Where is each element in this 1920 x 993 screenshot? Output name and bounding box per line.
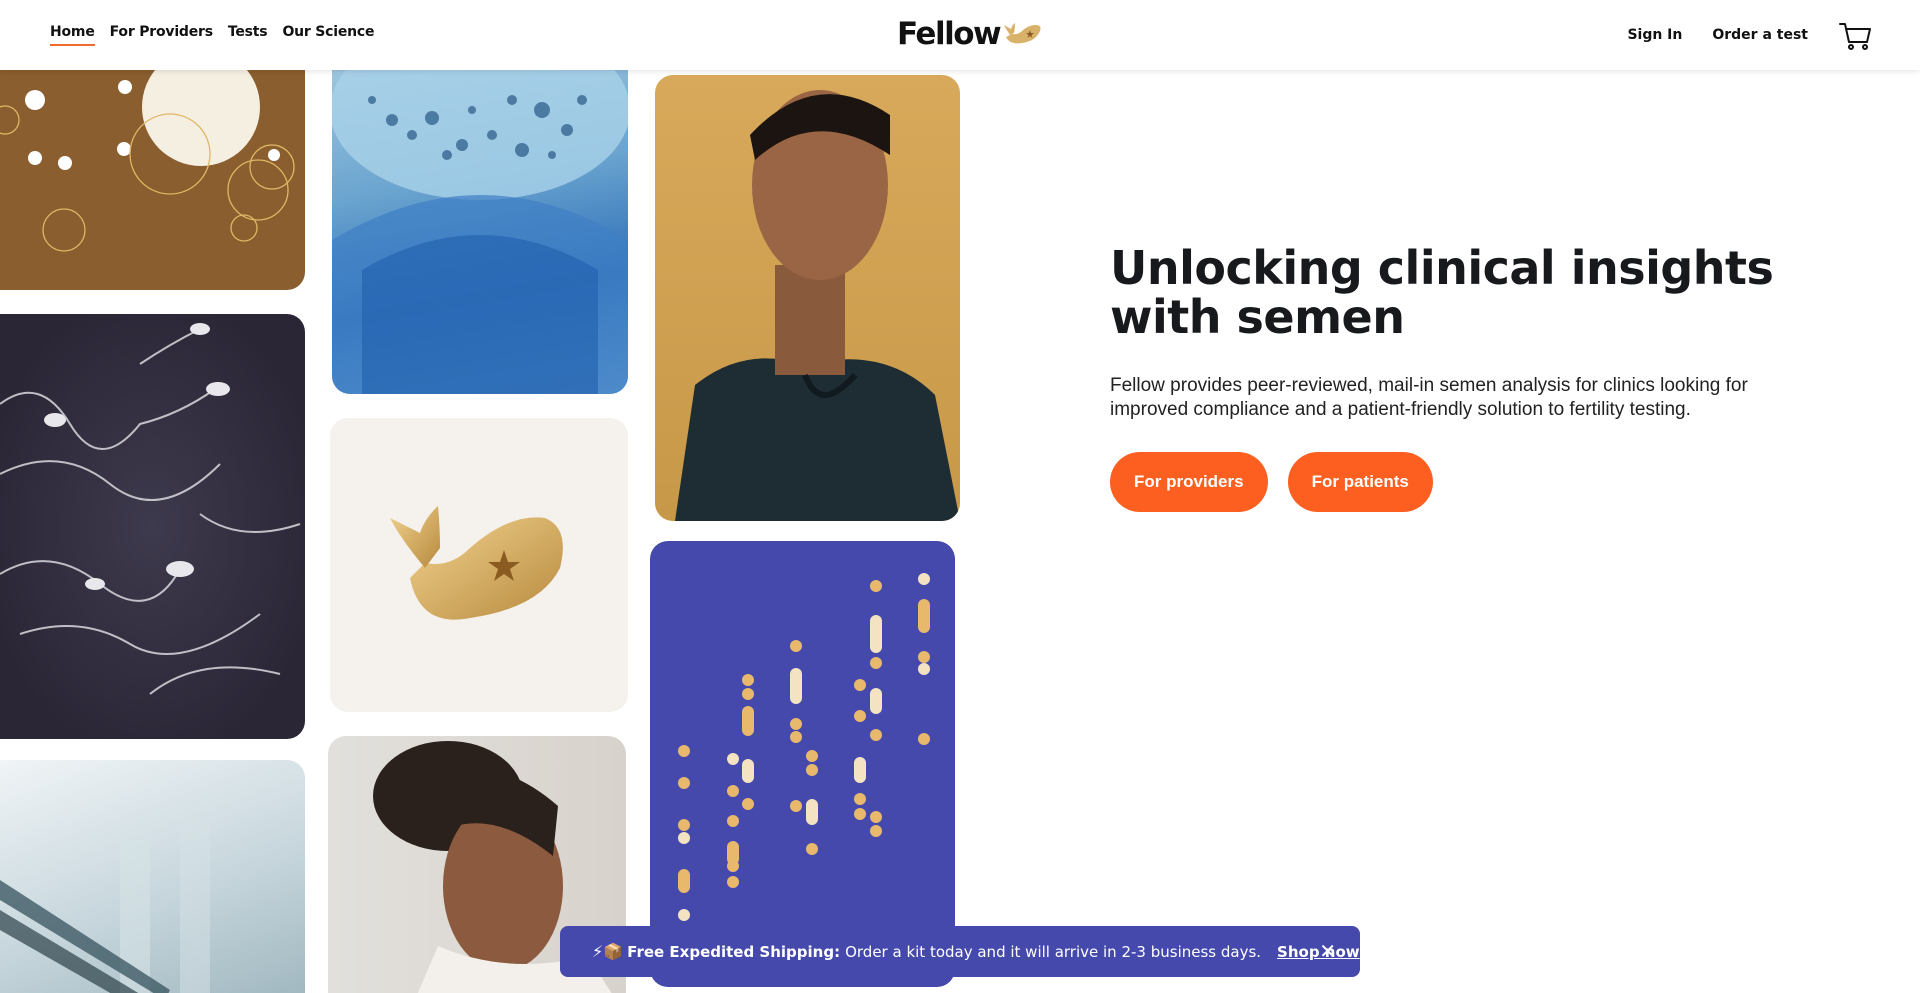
main-nav: Home For Providers Tests Our Science — [50, 24, 375, 46]
banner-emoji-icon: ⚡📦 — [592, 943, 624, 961]
banner-message: Order a kit today and it will arrive in … — [845, 942, 1262, 961]
dot-pattern-illustration — [678, 573, 930, 921]
whale-logo-icon — [1004, 23, 1041, 44]
hero-title: Unlocking clinical insights with semen — [1110, 241, 1774, 344]
gallery-tile-gold-whale — [330, 418, 628, 712]
gallery-tile-water-drops — [332, 40, 628, 394]
shipping-banner: ⚡📦 Free Expedited Shipping: Order a kit … — [560, 926, 1360, 977]
gold-whale-figurine — [390, 506, 563, 620]
gallery-tile-lab-pipette — [0, 760, 305, 993]
banner-headline: Free Expedited Shipping: — [627, 942, 841, 961]
nav-link-for-providers[interactable]: For Providers — [110, 24, 213, 46]
cart-icon[interactable] — [1838, 18, 1872, 52]
water-illustration — [332, 40, 628, 394]
lab-pipette-image — [0, 820, 210, 993]
hero-buttons: For providers For patients — [1110, 452, 1810, 512]
gallery-tile-man-portrait — [655, 75, 960, 521]
order-test-link[interactable]: Order a test — [1712, 27, 1808, 43]
man-portrait-image — [675, 90, 960, 521]
sign-in-link[interactable]: Sign In — [1627, 27, 1682, 43]
hero-description: Fellow provides peer-reviewed, mail-in s… — [1110, 375, 1748, 420]
gallery-tile-sperm-image — [0, 314, 305, 739]
close-icon[interactable]: ✕ — [1319, 939, 1336, 964]
logo-text: Fellow — [897, 16, 1002, 52]
circles-illustration — [0, 48, 295, 252]
sperm-illustration — [0, 323, 301, 695]
site-header: Home For Providers Tests Our Science Fel… — [0, 0, 1920, 70]
nav-link-home[interactable]: Home — [50, 24, 95, 46]
gallery-tile-abstract-circles — [0, 40, 305, 290]
account-nav: Sign In Order a test — [1627, 18, 1872, 52]
nav-link-our-science[interactable]: Our Science — [282, 24, 374, 46]
hero-section: Unlocking clinical insights with semen F… — [1110, 244, 1810, 512]
logo[interactable]: Fellow — [897, 16, 1044, 52]
nav-link-tests[interactable]: Tests — [228, 24, 268, 46]
for-providers-button[interactable]: For providers — [1110, 452, 1268, 512]
for-patients-button[interactable]: For patients — [1287, 452, 1433, 512]
gallery-tile-dot-pattern — [650, 541, 955, 987]
